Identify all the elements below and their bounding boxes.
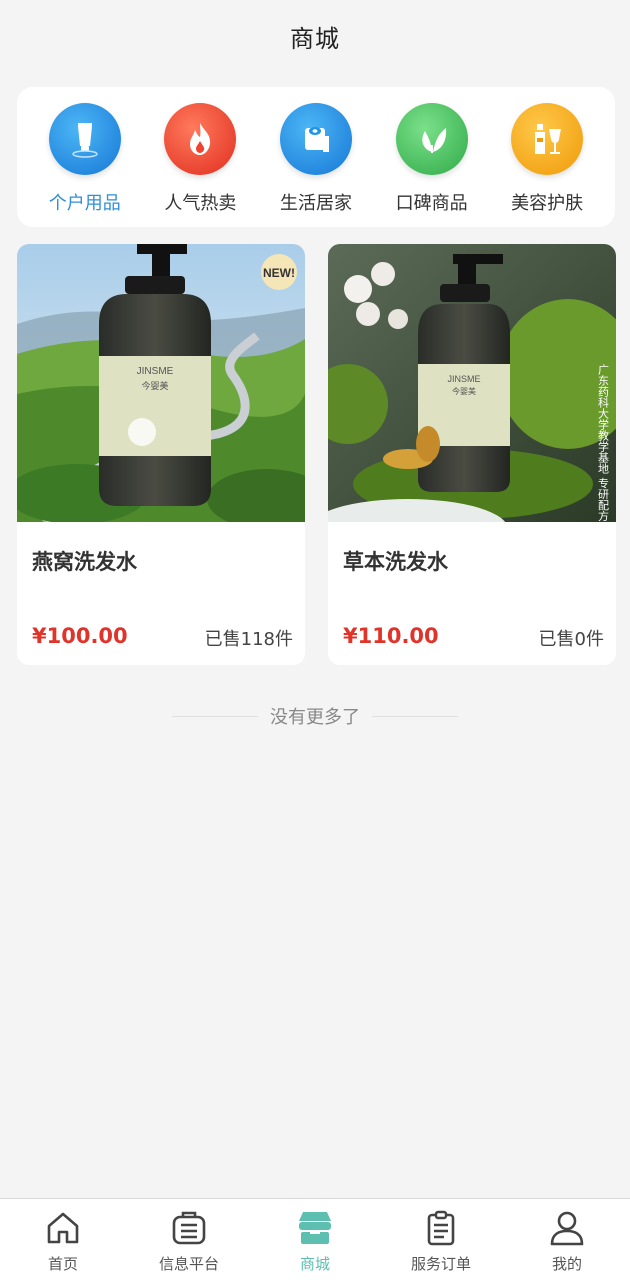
tab-label: 我的 bbox=[551, 1255, 582, 1273]
product-price: ¥110.00 bbox=[343, 624, 439, 648]
brand-label: JINSME bbox=[447, 374, 480, 384]
divider-line bbox=[372, 715, 458, 717]
category-hot-sale[interactable]: 人气热卖 bbox=[143, 87, 259, 227]
shop-icon bbox=[299, 1212, 331, 1244]
top-header: 商城 bbox=[0, 0, 630, 72]
brand-label: JINSME bbox=[137, 366, 174, 377]
no-more-divider: 没有更多了 bbox=[0, 702, 630, 730]
tab-shop[interactable]: 商城 bbox=[252, 1199, 378, 1280]
tab-profile[interactable]: 我的 bbox=[504, 1199, 630, 1280]
product-sold-count: 已售118件 bbox=[204, 629, 293, 650]
category-personal-care[interactable]: 个户用品 bbox=[27, 87, 143, 227]
toilet-roll-icon bbox=[279, 103, 352, 175]
category-label: 美容护肤 bbox=[511, 193, 584, 214]
tab-service-orders[interactable]: 服务订单 bbox=[378, 1199, 504, 1280]
category-label: 个户用品 bbox=[48, 193, 121, 214]
category-beauty-skincare[interactable]: 美容护肤 bbox=[489, 87, 605, 227]
category-home-living[interactable]: 生活居家 bbox=[258, 87, 374, 227]
bottom-tab-bar: 首页 信息平台 商城 服务订单 我的 bbox=[0, 1198, 630, 1280]
tab-label: 服务订单 bbox=[410, 1255, 471, 1273]
product-name: 燕窝洗发水 bbox=[32, 550, 137, 574]
tab-home[interactable]: 首页 bbox=[0, 1199, 126, 1280]
product-sold-count: 已售0件 bbox=[538, 629, 604, 650]
leaf-icon bbox=[395, 103, 468, 175]
category-label: 口碑商品 bbox=[395, 193, 468, 214]
brand-cn-label: 今婴美 bbox=[452, 386, 476, 396]
category-panel: 个户用品 人气热卖 生活居家 口碑商品 美容护肤 bbox=[17, 87, 615, 227]
product-image: JINSME 今婴美 广东药科大学教学基地 专研配方 bbox=[328, 244, 616, 522]
divider-line bbox=[172, 715, 258, 717]
user-icon bbox=[550, 1211, 584, 1246]
brand-cn-label: 今婴美 bbox=[141, 380, 168, 392]
new-badge: NEW! bbox=[263, 266, 295, 280]
tab-label: 商城 bbox=[299, 1255, 330, 1273]
tab-label: 首页 bbox=[47, 1255, 78, 1273]
lotion-tube-icon bbox=[48, 103, 121, 175]
home-icon bbox=[47, 1212, 79, 1244]
clipboard-list-icon bbox=[172, 1211, 206, 1245]
tab-label: 信息平台 bbox=[158, 1255, 219, 1273]
category-label: 人气热卖 bbox=[164, 193, 237, 214]
product-image: JINSME 今婴美 NEW! bbox=[17, 244, 305, 522]
fire-icon bbox=[164, 103, 237, 175]
product-card[interactable]: JINSME 今婴美 NEW! 燕窝洗发水 ¥100.00 已售118件 bbox=[17, 244, 305, 665]
bottle-glass-icon bbox=[511, 103, 584, 175]
order-document-icon bbox=[427, 1210, 455, 1246]
product-price: ¥100.00 bbox=[32, 624, 128, 648]
category-top-rated[interactable]: 口碑商品 bbox=[374, 87, 490, 227]
no-more-text: 没有更多了 bbox=[270, 707, 360, 728]
product-card[interactable]: JINSME 今婴美 广东药科大学教学基地 专研配方 草本洗发水 ¥110.00… bbox=[328, 244, 616, 665]
page-title: 商城 bbox=[290, 24, 340, 53]
product-name: 草本洗发水 bbox=[343, 550, 448, 574]
category-label: 生活居家 bbox=[279, 193, 352, 214]
image-side-text: 广东药科大学教学基地 专研配方 bbox=[597, 364, 610, 522]
tab-info-platform[interactable]: 信息平台 bbox=[126, 1199, 252, 1280]
